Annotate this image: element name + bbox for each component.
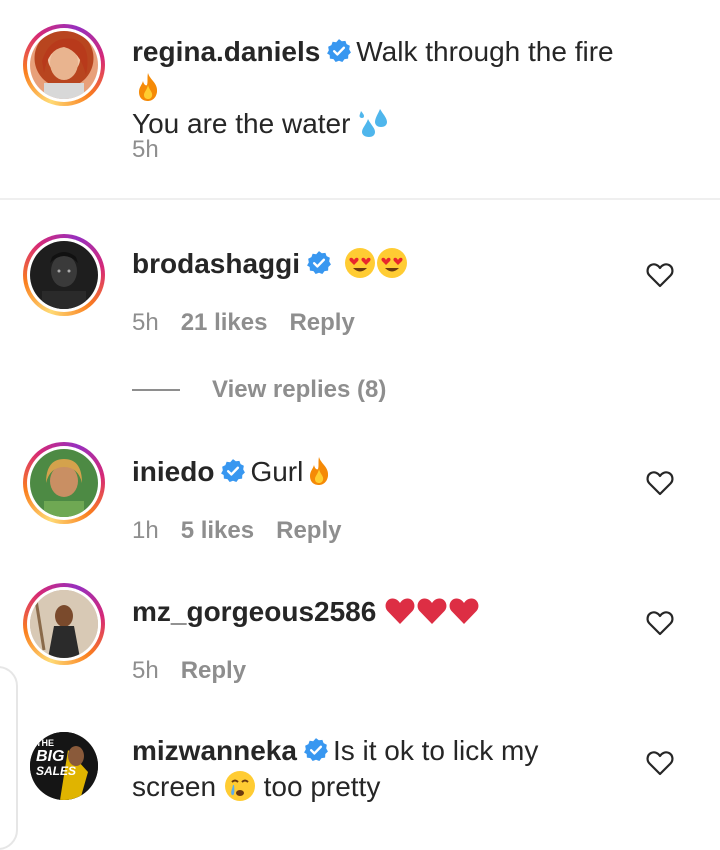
comment-time: 5h [132,309,159,336]
caption-time: 5h [132,136,159,163]
comment-text: screen [132,771,217,802]
comment-time: 5h [132,657,159,684]
verified-badge-icon [221,459,246,483]
view-replies-label[interactable]: View replies (8) [212,376,386,404]
view-replies[interactable]: View replies (8) [132,374,386,406]
comment-text: too pretty [263,771,381,802]
avatar-photo-icon [42,38,88,99]
verified-badge-icon [307,251,331,275]
like-heart-icon[interactable] [646,610,674,636]
red-heart-emoji [449,598,479,624]
comment-username[interactable]: mz_gorgeous2586 [132,596,376,627]
comment-brodashaggi: brodashaggi [132,246,652,282]
comment-username[interactable]: brodashaggi [132,248,300,279]
replies-divider [132,389,180,391]
verified-badge-icon [327,39,352,63]
avatar-mz-gorgeous2586[interactable] [23,583,105,665]
caption-text: regina.daniels Walk through the fire You … [132,34,652,142]
comment-meta: 5h 21 likes Reply [132,308,377,338]
heart-eyes-emoji [344,248,375,278]
avatar-photo-icon [30,590,98,658]
heart-eyes-emoji [376,248,407,278]
comment-likes[interactable]: 21 likes [181,309,268,336]
reply-button[interactable]: Reply [181,657,246,684]
avatar-photo-icon [42,252,86,309]
bottom-sheet-edge [0,666,18,850]
reply-button[interactable]: Reply [289,309,354,336]
comment-text: Is it ok to lick my [332,735,539,766]
avatar-photo-icon [44,459,84,517]
fire-emoji [139,73,158,101]
avatar-text-line3: SALES [36,764,77,778]
comment-likes[interactable]: 5 likes [181,517,254,544]
reply-button[interactable]: Reply [276,517,341,544]
droplets-emoji [359,109,388,137]
red-heart-emoji [417,598,447,624]
like-heart-icon[interactable] [646,262,674,288]
comment-time: 1h [132,517,159,544]
comment-username[interactable]: iniedo [132,456,214,487]
avatar-regina-daniels[interactable] [23,24,105,106]
crying-face-emoji [224,771,255,801]
post-caption: regina.daniels Walk through the fire You … [0,0,720,200]
comment-username[interactable]: mizwanneka [132,735,297,766]
red-heart-emoji [385,598,415,624]
verified-badge-icon [304,738,328,762]
comment-mz-gorgeous2586: mz_gorgeous2586 [132,594,652,630]
caption-line1: Walk through the fire [356,36,614,67]
avatar-text-line2: BIG [36,748,65,765]
comment-meta: 5h Reply [132,656,268,686]
comment-mizwanneka: mizwanneka Is it ok to lick my screen too… [132,733,652,805]
like-heart-icon[interactable] [646,470,674,496]
avatar-iniedo[interactable] [23,442,105,524]
fire-emoji [310,457,329,485]
caption-meta: 5h [132,135,181,165]
avatar-promo-text: THE BIG SALES [36,738,76,778]
like-heart-icon[interactable] [646,750,674,776]
comment-text: Gurl [250,456,304,487]
caption-username[interactable]: regina.daniels [132,36,320,67]
comment-iniedo: iniedo Gurl [132,454,652,490]
avatar-mizwanneka[interactable]: THE BIG SALES [30,732,98,800]
avatar-brodashaggi[interactable] [23,234,105,316]
comment-meta: 1h 5 likes Reply [132,516,363,546]
